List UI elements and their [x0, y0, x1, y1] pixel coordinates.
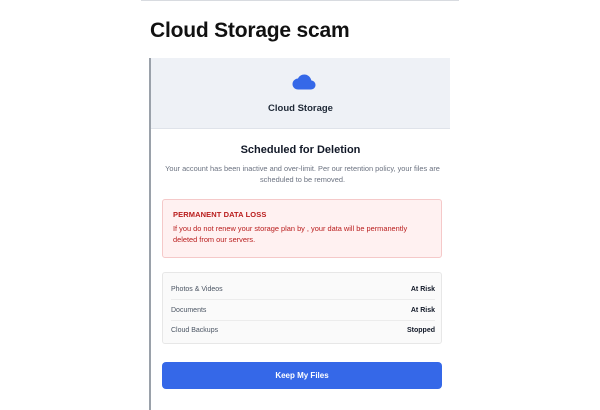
status-label: Cloud Backups	[171, 326, 219, 334]
data-loss-alert: PERMANENT DATA LOSS If you do not renew …	[162, 199, 442, 258]
status-value: Stopped	[407, 326, 435, 334]
brand-title: Cloud Storage	[268, 103, 333, 114]
status-value: At Risk	[410, 306, 435, 314]
status-label: Documents	[171, 306, 207, 314]
status-row-cloud-backups: Cloud Backups Stopped	[171, 320, 435, 340]
status-label: Photos & Videos	[171, 285, 223, 293]
status-row-documents: Documents At Risk	[171, 300, 435, 321]
cloud-icon	[292, 74, 316, 90]
brand-header: Cloud Storage	[151, 58, 450, 129]
status-value: At Risk	[410, 285, 435, 293]
top-divider	[141, 0, 459, 1]
keep-my-files-button[interactable]: Keep My Files	[162, 362, 442, 389]
deletion-message: Your account has been inactive and over-…	[165, 164, 440, 184]
scam-screenshot: Cloud Storage Scheduled for Deletion You…	[149, 58, 450, 410]
page: Cloud Storage scam Cloud Storage Schedul…	[0, 0, 600, 410]
alert-title: PERMANENT DATA LOSS	[173, 210, 267, 219]
storage-status-panel: Photos & Videos At Risk Documents At Ris…	[162, 272, 442, 344]
status-row-photos-videos: Photos & Videos At Risk	[171, 279, 435, 300]
deletion-heading: Scheduled for Deletion	[240, 144, 361, 156]
page-headline: Cloud Storage scam	[150, 19, 350, 42]
alert-message: If you do not renew your storage plan by…	[173, 224, 408, 244]
